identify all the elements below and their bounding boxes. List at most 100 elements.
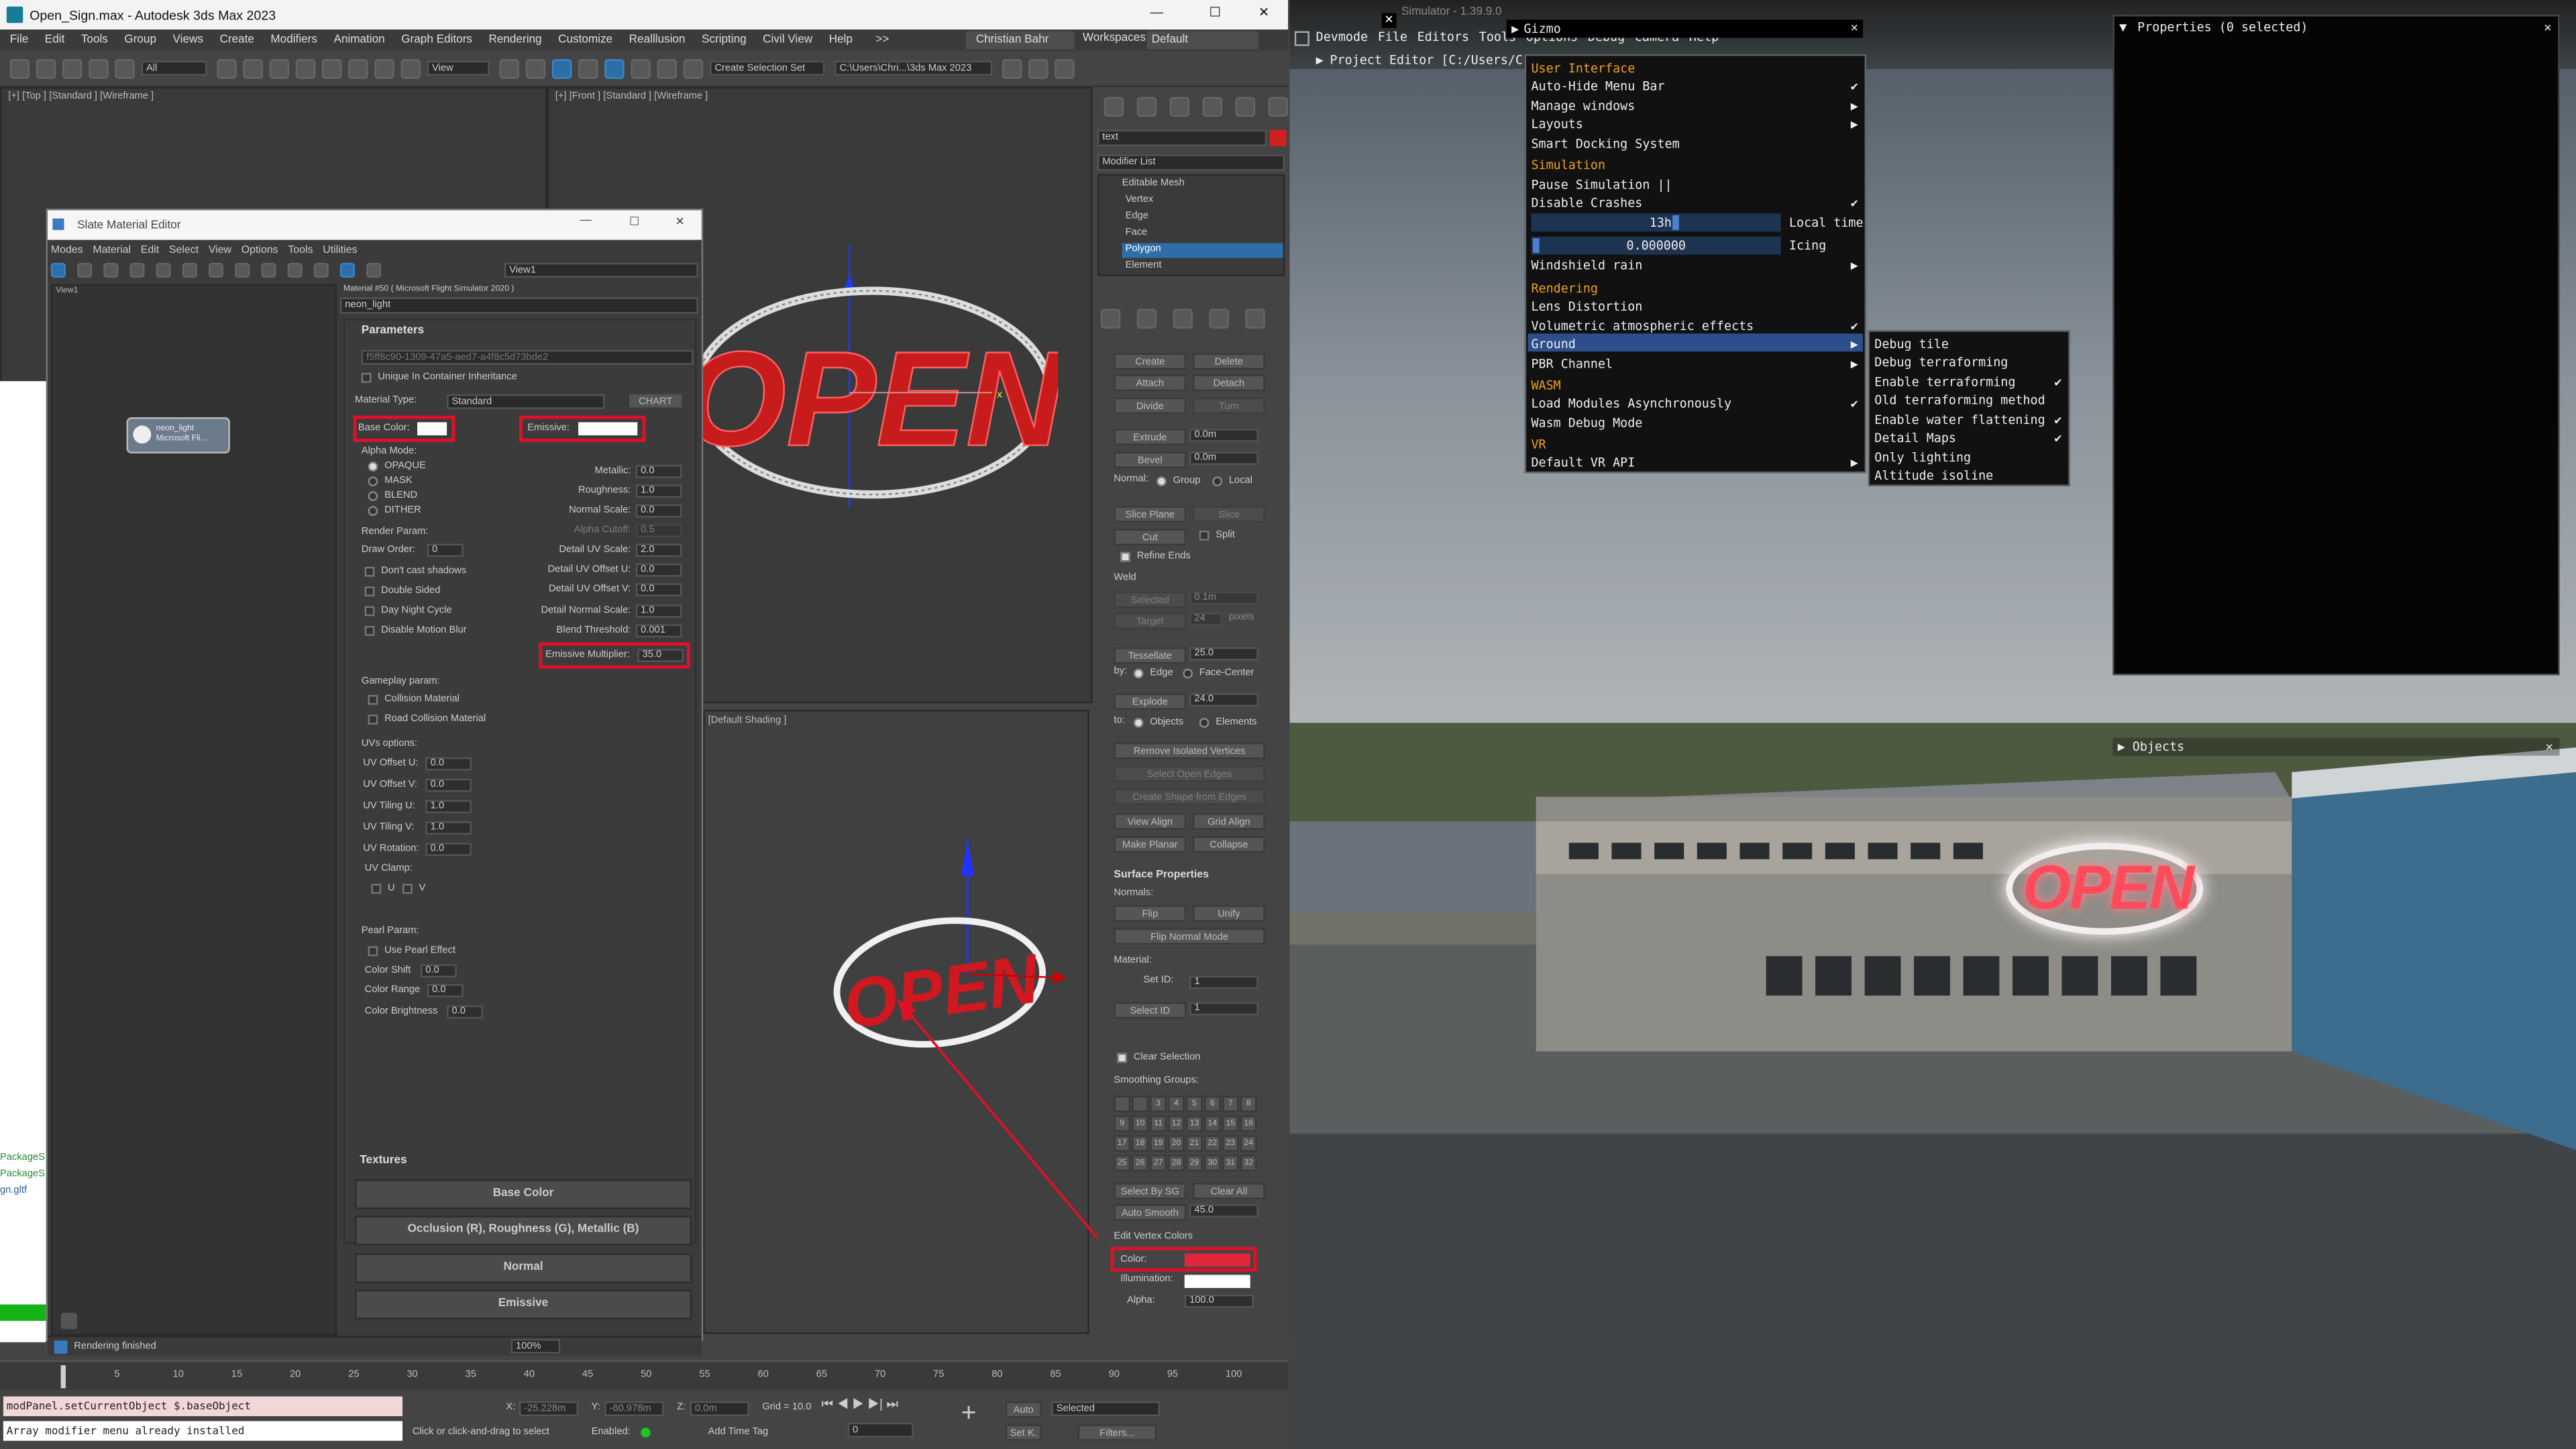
extrude-spinner[interactable]: 0.0m <box>1189 429 1258 442</box>
cut-button[interactable]: Cut <box>1114 529 1187 546</box>
chart-button[interactable]: CHART <box>627 392 684 409</box>
smoothing-group-button[interactable]: 13 <box>1186 1115 1203 1132</box>
menu-tools[interactable]: Tools <box>81 34 108 46</box>
keyboard-shortcut-icon[interactable] <box>551 58 572 78</box>
slate-menu-select[interactable]: Select <box>169 244 199 256</box>
slate-move-children-icon[interactable] <box>182 262 197 277</box>
to-objects-radio[interactable]: Objects <box>1133 718 1183 728</box>
percent-snap-icon[interactable] <box>631 58 651 78</box>
select-id-spinner[interactable]: 1 <box>1189 1002 1258 1016</box>
detach-button[interactable]: Detach <box>1192 374 1265 391</box>
smoothing-group-button[interactable]: 12 <box>1168 1115 1185 1132</box>
smoothing-group-button[interactable]: 30 <box>1204 1155 1221 1172</box>
smoothing-group-button[interactable]: 27 <box>1150 1155 1167 1172</box>
create-button[interactable]: Create <box>1114 353 1187 370</box>
render-frame-icon[interactable] <box>1028 58 1049 78</box>
slate-layout-children-icon[interactable] <box>313 262 329 277</box>
frame-field[interactable]: 0 <box>847 1422 914 1438</box>
smoothing-group-button[interactable]: 31 <box>1222 1155 1239 1172</box>
road-collision-check[interactable]: Road Collision Material <box>368 714 486 725</box>
smoothing-group-button[interactable]: 32 <box>1240 1155 1257 1172</box>
maxscript-listener-line[interactable]: modPanel.setCurrentObject $.baseObject <box>3 1396 403 1417</box>
uv-clamp-u-check[interactable]: U <box>371 883 395 894</box>
navigation-icon[interactable] <box>60 1312 78 1330</box>
only-lighting-item[interactable]: Only lighting <box>1874 450 1971 465</box>
menu-views[interactable]: Views <box>173 34 203 46</box>
tessellate-spinner[interactable]: 25.0 <box>1189 647 1258 661</box>
slate-menu-options[interactable]: Options <box>241 244 278 256</box>
smart-docking-item[interactable]: Smart Docking System <box>1531 136 1679 151</box>
slate-menu-utilities[interactable]: Utilities <box>323 244 357 256</box>
redo-icon[interactable] <box>36 58 56 78</box>
alpha-dither-radio[interactable]: DITHER <box>368 506 421 516</box>
flip-normal-mode-button[interactable]: Flip Normal Mode <box>1114 928 1265 945</box>
slate-delete-icon[interactable] <box>156 262 171 277</box>
select-by-sg-button[interactable]: Select By SG <box>1114 1183 1187 1199</box>
display-tab-icon[interactable] <box>1235 97 1256 117</box>
ground-item[interactable]: Ground <box>1531 337 1575 352</box>
slate-menu-modes[interactable]: Modes <box>51 244 83 256</box>
auto-smooth-spinner[interactable]: 45.0 <box>1189 1204 1258 1218</box>
modifier-list-dropdown[interactable]: Modifier List <box>1097 154 1285 171</box>
split-check[interactable]: Split <box>1199 531 1235 541</box>
editors-menu[interactable]: Editors <box>1417 30 1469 44</box>
slate-menu-view[interactable]: View <box>209 244 231 256</box>
uv-clamp-v-check[interactable]: V <box>402 883 425 894</box>
remove-modifier-icon[interactable] <box>1209 309 1229 329</box>
color-shift-spinner[interactable]: 0.0 <box>420 964 457 978</box>
weld-target-button[interactable]: Target <box>1114 612 1187 629</box>
slate-menu-edit[interactable]: Edit <box>141 244 159 256</box>
auto-smooth-button[interactable]: Auto Smooth <box>1114 1204 1187 1221</box>
view-align-button[interactable]: View Align <box>1114 813 1187 830</box>
uv-tiling-v-spinner[interactable]: 1.0 <box>425 821 472 835</box>
slate-view-dropdown[interactable]: View1 <box>504 262 698 278</box>
user-dropdown[interactable]: Christian Bahr <box>966 31 1075 50</box>
pbr-channel-item[interactable]: PBR Channel <box>1531 356 1613 371</box>
unique-inheritance-check[interactable]: Unique In Container Inheritance <box>361 372 517 383</box>
minimize-button[interactable]: — <box>1150 5 1163 19</box>
window-crossing-icon[interactable] <box>295 58 316 78</box>
slate-maximize-button[interactable]: ☐ <box>629 215 639 228</box>
wasm-debug-mode-item[interactable]: Wasm Debug Mode <box>1531 416 1642 431</box>
enable-terraforming-item[interactable]: Enable terraforming <box>1874 374 2015 389</box>
slate-node-view[interactable]: View1 neon_light Microsoft Fli... <box>50 284 337 1336</box>
base-color-texture-button[interactable]: Base Color <box>354 1179 692 1210</box>
stack-face[interactable]: Face <box>1126 228 1148 238</box>
project-editor-header[interactable]: ▶ Project Editor [C:/Users/C <box>1316 52 1523 67</box>
roughness-spinner[interactable]: 1.0 <box>635 484 682 498</box>
smoothing-group-button[interactable] <box>1132 1095 1148 1112</box>
render-icon[interactable] <box>1055 58 1075 78</box>
debug-terraforming-item[interactable]: Debug terraforming <box>1874 355 2008 370</box>
smoothing-group-button[interactable]: 11 <box>1150 1115 1167 1132</box>
by-face-center-radio[interactable]: Face-Center <box>1183 668 1254 679</box>
smoothing-group-button[interactable]: 4 <box>1168 1095 1185 1112</box>
explode-button[interactable]: Explode <box>1114 693 1187 710</box>
menu-modifiers[interactable]: Modifiers <box>270 34 317 46</box>
slate-put-material-icon[interactable] <box>103 262 119 277</box>
y-coord-field[interactable]: -60.978m <box>604 1401 664 1417</box>
key-filters-button[interactable]: Filters... <box>1077 1424 1157 1441</box>
color-brightness-spinner[interactable]: 0.0 <box>447 1005 484 1019</box>
normal-group-radio[interactable]: Group <box>1157 476 1200 486</box>
smoothing-group-button[interactable]: 9 <box>1114 1115 1130 1132</box>
make-unique-icon[interactable] <box>1173 309 1193 329</box>
slate-select-tool-icon[interactable] <box>50 262 66 277</box>
water-flattening-item[interactable]: Enable water flattening <box>1874 413 2045 427</box>
remove-isolated-button[interactable]: Remove Isolated Vertices <box>1114 742 1265 759</box>
uv-offset-v-spinner[interactable]: 0.0 <box>425 778 472 792</box>
undo-icon[interactable] <box>9 58 30 78</box>
slate-layout-all-icon[interactable] <box>287 262 303 277</box>
stack-polygon[interactable]: Polygon <box>1126 245 1161 255</box>
smoothing-group-button[interactable]: 7 <box>1222 1095 1239 1112</box>
textures-title[interactable]: Textures <box>360 1155 407 1167</box>
material-type-dropdown[interactable]: Standard <box>447 394 605 409</box>
normal-texture-button[interactable]: Normal <box>354 1253 692 1283</box>
smoothing-group-button[interactable]: 18 <box>1132 1135 1148 1152</box>
select-id-button[interactable]: Select ID <box>1114 1002 1187 1019</box>
unlink-icon[interactable] <box>89 58 109 78</box>
menu-civil-view[interactable]: Civil View <box>763 34 812 46</box>
smoothing-group-button[interactable] <box>1114 1095 1130 1112</box>
select-open-edges-button[interactable]: Select Open Edges <box>1114 765 1265 782</box>
slate-show-background-icon[interactable] <box>261 262 276 277</box>
create-tab-icon[interactable] <box>1104 97 1124 117</box>
